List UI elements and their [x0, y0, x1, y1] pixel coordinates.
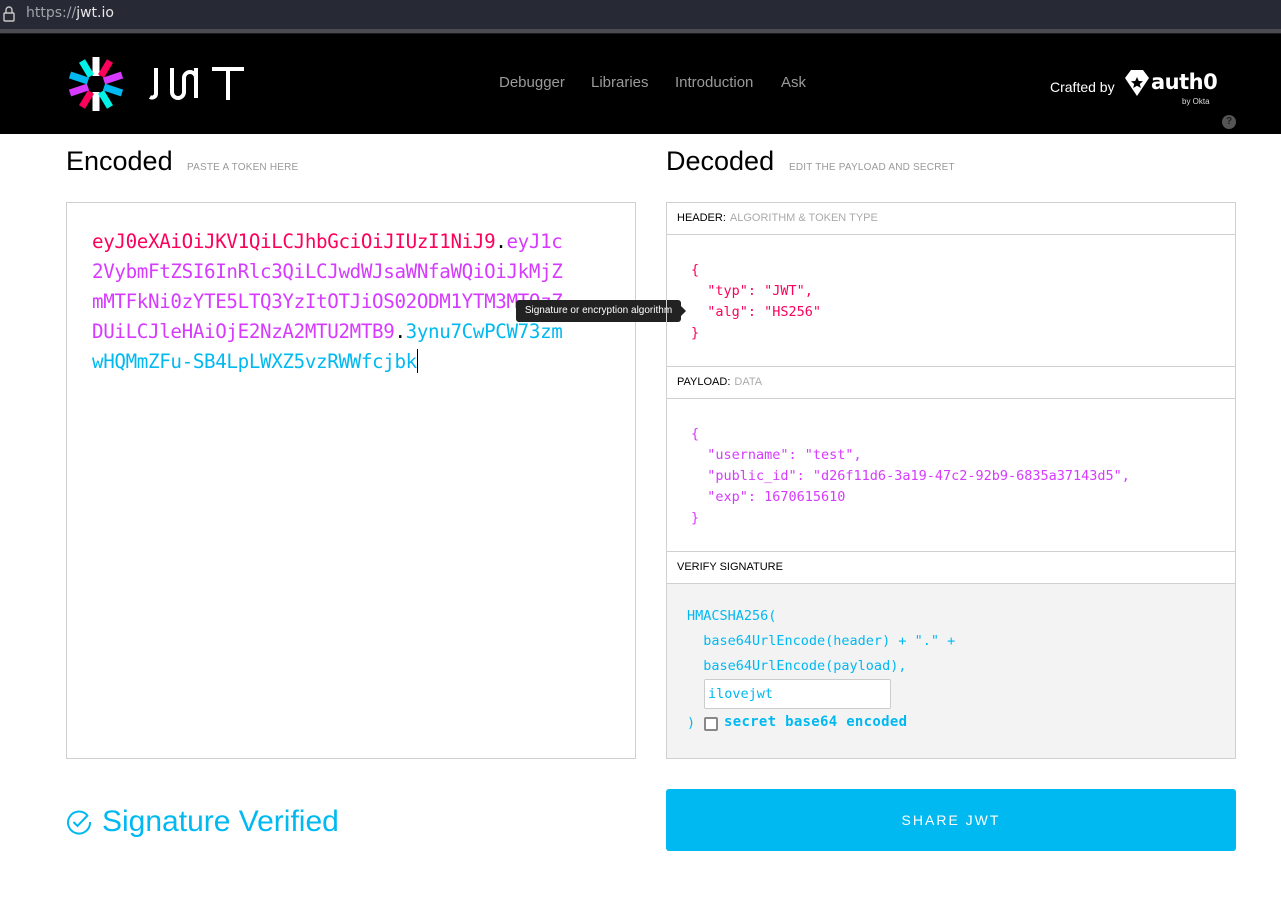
payload-json-editor[interactable]: { "username": "test", "public_id": "d26f… [691, 424, 1130, 529]
nav-debugger[interactable]: Debugger [499, 74, 565, 91]
by-okta-label: by Okta [1182, 97, 1210, 106]
encoded-subtitle: PASTE A TOKEN HERE [187, 162, 299, 173]
verify-signature-body: HMACSHA256( base64UrlEncode(header) + ".… [667, 584, 1235, 758]
verify-code-line: base64UrlEncode(header) + "." + [687, 633, 956, 649]
auth0-wordmark: auth0 [1151, 70, 1218, 94]
share-jwt-button[interactable]: SHARE JWT [666, 789, 1236, 851]
header-section-title: HEADER: ALGORITHM & TOKEN TYPE [667, 203, 1235, 235]
algorithm-tooltip: Signature or encryption algorithm [516, 300, 686, 322]
base64-checkbox[interactable] [704, 717, 718, 731]
auth0-shield-icon [1125, 70, 1149, 96]
verify-code-line: HMACSHA256( [687, 608, 777, 624]
check-circle-icon [67, 810, 92, 835]
signature-verified-text: Signature Verified [102, 805, 339, 838]
secret-input[interactable] [704, 679, 891, 709]
token-dot: . [495, 230, 507, 253]
verify-code-line: base64UrlEncode(payload), [687, 658, 907, 674]
payload-label: PAYLOAD: [677, 376, 731, 388]
browser-url-bar[interactable]: https://jwt.io [0, 0, 1281, 29]
signature-status: Signature Verified [66, 805, 339, 839]
crafted-by-label: Crafted by [1050, 79, 1115, 95]
url-host: jwt.io [76, 5, 114, 21]
encoded-title: Encoded [66, 146, 173, 176]
header-desc: ALGORITHM & TOKEN TYPE [729, 212, 878, 224]
verify-code-close: ) [687, 715, 696, 731]
decoded-subtitle: EDIT THE PAYLOAD AND SECRET [789, 162, 955, 173]
url-text[interactable]: https://jwt.io [26, 5, 114, 21]
tooltip-text: Signature or encryption algorithm [524, 305, 673, 316]
url-scheme: https:// [26, 5, 77, 21]
jwt-logo-icon[interactable] [66, 54, 126, 114]
nav-ask[interactable]: Ask [781, 74, 806, 91]
token-header-part: eyJ0eXAiOiJKV1QiLCJhbGciOiJIUzI1NiJ9 [92, 230, 496, 253]
header-json-editor[interactable]: { "typ": "JWT", "alg": "HS256" } [691, 260, 821, 344]
encoded-token[interactable]: eyJ0eXAiOiJKV1QiLCJhbGciOiJIUzI1NiJ9.eyJ… [92, 227, 572, 377]
nav-introduction[interactable]: Introduction [675, 74, 753, 91]
verify-label: VERIFY SIGNATURE [677, 561, 783, 573]
lock-icon [3, 6, 15, 22]
help-icon[interactable]: ? [1222, 115, 1236, 129]
decoded-panel: HEADER: ALGORITHM & TOKEN TYPE { "typ": "… [666, 202, 1236, 759]
header-label: HEADER: [677, 212, 726, 224]
token-dot: . [394, 320, 406, 343]
nav-libraries[interactable]: Libraries [591, 74, 649, 91]
encoded-token-editor[interactable]: eyJ0eXAiOiJKV1QiLCJhbGciOiJIUzI1NiJ9.eyJ… [66, 202, 636, 759]
site-navbar: Debugger Libraries Introduction Ask Craf… [0, 34, 1281, 134]
base64-checkbox-label[interactable]: secret base64 encoded [724, 714, 907, 730]
text-caret [416, 349, 418, 373]
verify-section-title: VERIFY SIGNATURE [667, 552, 1235, 584]
payload-desc: DATA [734, 376, 763, 388]
payload-section-title: PAYLOAD: DATA [667, 367, 1235, 399]
decoded-title: Decoded [666, 146, 775, 176]
jwt-wordmark [148, 67, 244, 100]
auth0-logo[interactable]: auth0 by Okta [1125, 70, 1218, 110]
